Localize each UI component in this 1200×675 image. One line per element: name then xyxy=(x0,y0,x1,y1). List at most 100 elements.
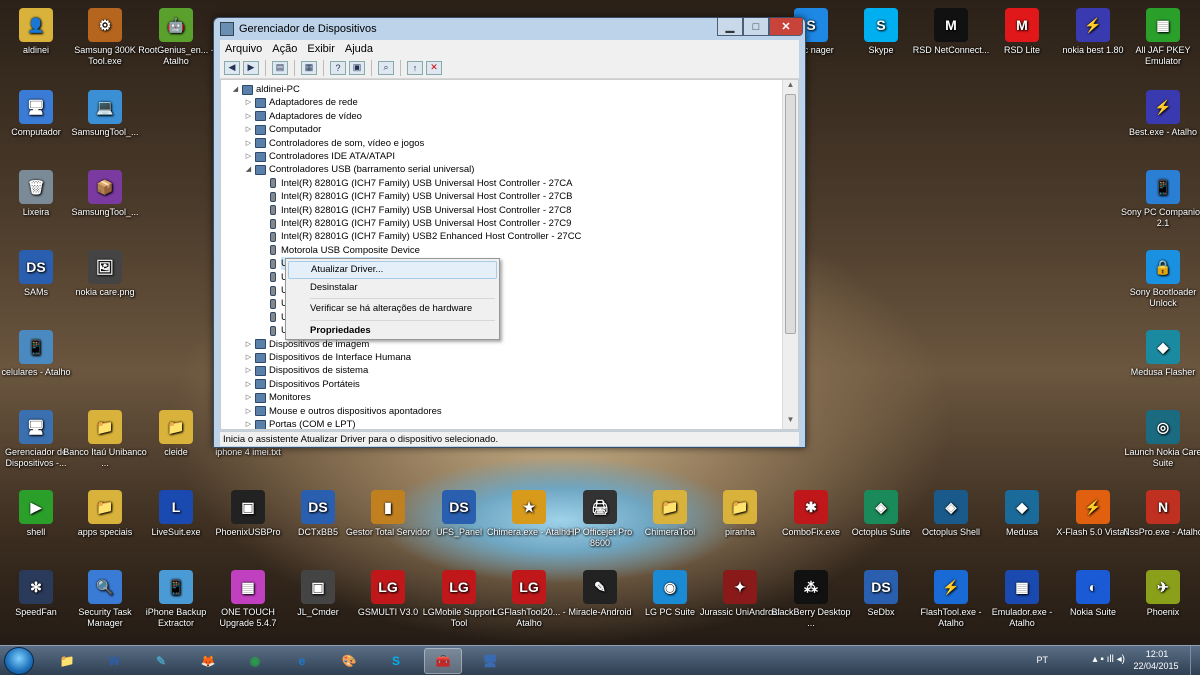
scrollbar-thumb[interactable] xyxy=(785,94,796,334)
device-manager-window[interactable]: Gerenciador de Dispositivos ▁ □ ✕ Arquiv… xyxy=(213,17,806,448)
back-icon[interactable]: ◀ xyxy=(224,60,240,75)
desktop-icon[interactable]: ⚡ Best.exe - Atalho xyxy=(1120,90,1200,138)
expander-icon[interactable]: ▷ xyxy=(244,364,253,377)
desktop-icon[interactable]: 📱 celulares - Atalho xyxy=(0,330,79,378)
taskbar-app-icon[interactable]: S xyxy=(377,648,415,674)
taskbar-app-icon[interactable]: ◉ xyxy=(236,648,274,674)
tree-node[interactable]: ◢ Controladores USB (barramento serial un… xyxy=(244,163,475,176)
menu-ajuda[interactable]: Ajuda xyxy=(340,43,378,55)
tree-node[interactable]: ▷ Adaptadores de rede xyxy=(244,96,358,109)
show-desktop-button[interactable] xyxy=(1190,646,1200,675)
tree-node[interactable]: ▷ Controladores de som, vídeo e jogos xyxy=(244,137,424,150)
expander-icon[interactable]: ▷ xyxy=(244,378,253,391)
tree-node[interactable]: ▷ Controladores IDE ATA/ATAPI xyxy=(244,150,395,163)
device-tree[interactable]: ◢ aldinei-PC ▷ Adaptadores de rede ▷ Adaptado… xyxy=(220,79,799,430)
taskbar-app-icon[interactable]: W xyxy=(95,648,133,674)
taskbar-app-icon[interactable]: 🧰 xyxy=(424,648,462,674)
tree-node[interactable]: U xyxy=(257,271,288,284)
scroll-down-icon[interactable]: ▼ xyxy=(783,415,798,429)
tree-node[interactable]: ▷ Adaptadores de vídeo xyxy=(244,110,362,123)
scroll-up-icon[interactable]: ▲ xyxy=(783,80,798,94)
menu-exibir[interactable]: Exibir xyxy=(302,43,340,55)
desktop-icon[interactable]: 🖼 nokia care.png xyxy=(62,250,148,298)
expander-icon[interactable]: ◢ xyxy=(244,163,253,176)
app-icon: M xyxy=(934,8,968,42)
app-icon: 📦 xyxy=(88,170,122,204)
tree-node[interactable]: Intel(R) 82801G (ICH7 Family) USB Univer… xyxy=(257,204,571,217)
properties-icon[interactable]: ▦ xyxy=(301,60,317,75)
menu-scan-hardware[interactable]: Verificar se há alterações de hardware xyxy=(288,300,497,318)
tree-node[interactable]: Intel(R) 82801G (ICH7 Family) USB Univer… xyxy=(257,190,572,203)
tree-node[interactable]: Motorola USB Composite Device xyxy=(257,244,420,257)
maximize-button[interactable]: □ xyxy=(743,18,769,36)
desktop-icon[interactable]: ▦ All JAF PKEY Emulator xyxy=(1120,8,1200,67)
taskbar-app-icon[interactable]: ✎ xyxy=(142,648,180,674)
app-icon: ⚙ xyxy=(88,8,122,42)
taskbar-app-icon[interactable]: 🎨 xyxy=(330,648,368,674)
desktop-icon[interactable]: N NssPro.exe - Atalho xyxy=(1120,490,1200,538)
tree-node[interactable]: Intel(R) 82801G (ICH7 Family) USB Univer… xyxy=(257,177,572,190)
menu-uninstall[interactable]: Desinstalar xyxy=(288,279,497,297)
taskbar-app-icon[interactable]: e xyxy=(283,648,321,674)
clock-date[interactable]: 22/04/2015 xyxy=(1128,661,1184,671)
taskbar-app-icon[interactable]: 📁 xyxy=(48,648,86,674)
scan-hardware-icon[interactable]: ⌕ xyxy=(378,60,394,75)
app-icon: ⚡ xyxy=(1146,90,1180,124)
tree-node[interactable]: ▷ Portas (COM e LPT) xyxy=(244,418,356,429)
tree-node[interactable]: Intel(R) 82801G (ICH7 Family) USB Univer… xyxy=(257,217,571,230)
menu-acao[interactable]: Ação xyxy=(267,43,302,55)
tree-node[interactable]: ▷ Monitores xyxy=(244,391,311,404)
clock-time[interactable]: 12:01 xyxy=(1132,649,1182,659)
desktop-icon[interactable]: 🤖 RootGenius_en... - Atalho xyxy=(133,8,219,67)
desktop-icon[interactable]: ◎ Launch Nokia Care Suite xyxy=(1120,410,1200,469)
expander-icon[interactable]: ▷ xyxy=(244,351,253,364)
help-icon[interactable]: ? xyxy=(330,60,346,75)
expander-icon[interactable]: ▷ xyxy=(244,405,253,418)
show-hide-tree-icon[interactable]: ▤ xyxy=(272,60,288,75)
app-icon: ▦ xyxy=(1146,8,1180,42)
taskbar-app-icon[interactable]: 🖥 xyxy=(471,648,509,674)
expander-icon[interactable]: ▷ xyxy=(244,137,253,150)
menu-properties[interactable]: Propriedades xyxy=(288,322,497,340)
desktop-icon[interactable]: 💻 SamsungTool_... xyxy=(62,90,148,138)
tree-node[interactable]: ▷ Dispositivos Portáteis xyxy=(244,378,360,391)
expander-icon[interactable]: ▷ xyxy=(244,110,253,123)
expander-icon[interactable]: ◢ xyxy=(231,83,240,96)
expander-icon[interactable]: ▷ xyxy=(244,123,253,136)
tree-node[interactable]: U xyxy=(257,324,288,337)
device-category-icon xyxy=(255,164,266,175)
close-button[interactable]: ✕ xyxy=(769,18,803,36)
uninstall-icon[interactable]: ✕ xyxy=(426,60,442,75)
expander-icon[interactable]: ▷ xyxy=(244,338,253,351)
expander-icon[interactable]: ▷ xyxy=(244,391,253,404)
tray-icons[interactable]: ▴ ▪ ıll ◂) xyxy=(1093,654,1125,665)
tree-node[interactable]: U xyxy=(257,284,288,297)
vertical-scrollbar[interactable]: ▲ ▼ xyxy=(782,80,798,429)
minimize-button[interactable]: ▁ xyxy=(717,18,743,36)
tree-node[interactable]: ▷ Dispositivos de Interface Humana xyxy=(244,351,411,364)
tree-node[interactable]: ▷ Mouse e outros dispositivos apontadores xyxy=(244,405,442,418)
desktop-icon[interactable]: ◆ Medusa Flasher xyxy=(1120,330,1200,378)
tree-node[interactable]: ▷ Computador xyxy=(244,123,321,136)
tree-node[interactable]: Intel(R) 82801G (ICH7 Family) USB2 Enhan… xyxy=(257,230,581,243)
desktop-icon[interactable]: 🔒 Sony Bootloader Unlock xyxy=(1120,250,1200,309)
menu-update-driver[interactable]: Atualizar Driver... xyxy=(288,261,497,279)
start-button[interactable] xyxy=(4,647,34,675)
update-driver-icon[interactable]: ↑ xyxy=(407,60,423,75)
tree-node[interactable]: U xyxy=(257,311,288,324)
taskbar-app-icon[interactable]: 🦊 xyxy=(189,648,227,674)
expander-icon[interactable]: ▷ xyxy=(244,418,253,429)
expander-icon[interactable]: ▷ xyxy=(244,150,253,163)
tree-node[interactable]: ◢ aldinei-PC xyxy=(231,83,300,96)
forward-icon[interactable]: ▶ xyxy=(243,60,259,75)
language-indicator[interactable]: PT xyxy=(1036,655,1048,665)
tree-node[interactable]: ▷ Dispositivos de sistema xyxy=(244,364,368,377)
menu-arquivo[interactable]: Arquivo xyxy=(220,43,267,55)
tree-node[interactable]: U xyxy=(257,297,288,310)
desktop-icon[interactable]: 📦 SamsungTool_... xyxy=(62,170,148,218)
desktop-icon[interactable]: ✈ Phoenix xyxy=(1120,570,1200,618)
expander-icon[interactable]: ▷ xyxy=(244,96,253,109)
desktop-icon[interactable]: 📱 Sony PC Companion 2.1 xyxy=(1120,170,1200,229)
view-icon[interactable]: ▣ xyxy=(349,60,365,75)
app-icon: ◈ xyxy=(934,490,968,524)
